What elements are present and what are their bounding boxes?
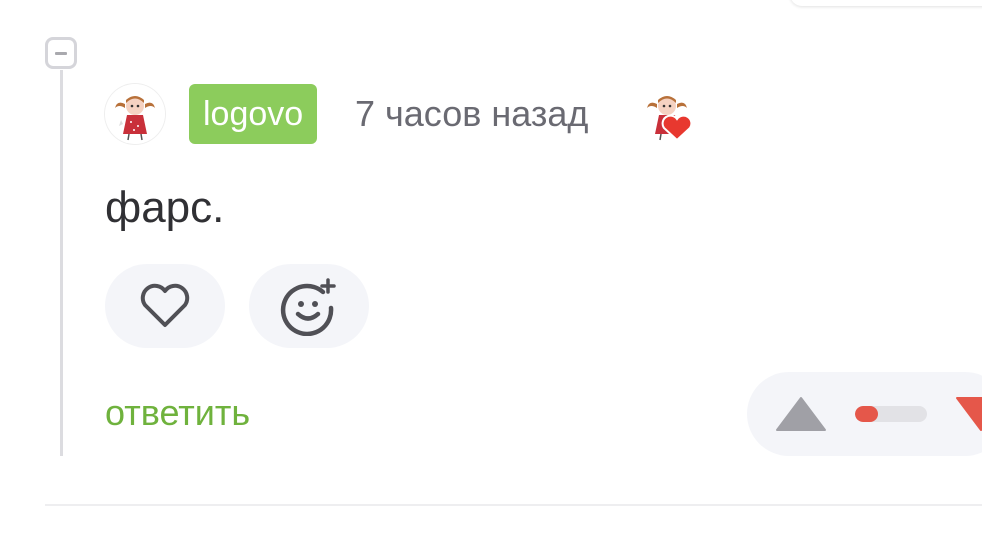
vote-up-icon[interactable]: [775, 396, 827, 432]
smiley-plus-icon: [280, 278, 336, 336]
heart-reaction-icon: [647, 96, 693, 142]
previous-comment-rating-pill: [790, 0, 982, 6]
thread-line[interactable]: [60, 70, 63, 456]
rating-control: [747, 372, 982, 456]
girl-avatar-icon: [105, 84, 165, 144]
comment-text: фарс.: [105, 183, 225, 232]
add-reaction-button[interactable]: [249, 264, 369, 348]
comment-timestamp: 7 часов назад: [355, 93, 589, 134]
like-button[interactable]: [105, 264, 225, 348]
reply-link[interactable]: ответить: [105, 388, 250, 438]
rating-bar-negative-fill: [855, 406, 879, 422]
reaction-avatar[interactable]: [637, 84, 697, 144]
collapse-thread-button[interactable]: [45, 37, 77, 69]
user-avatar[interactable]: [105, 84, 165, 144]
vote-down-icon[interactable]: [955, 396, 982, 432]
comment-container: logovo 7 часов назад фарс. ответить: [0, 0, 982, 534]
username-badge[interactable]: logovo: [189, 84, 318, 144]
comment-divider: [45, 504, 982, 506]
heart-outline-icon: [140, 283, 190, 327]
rating-bar: [855, 406, 927, 422]
